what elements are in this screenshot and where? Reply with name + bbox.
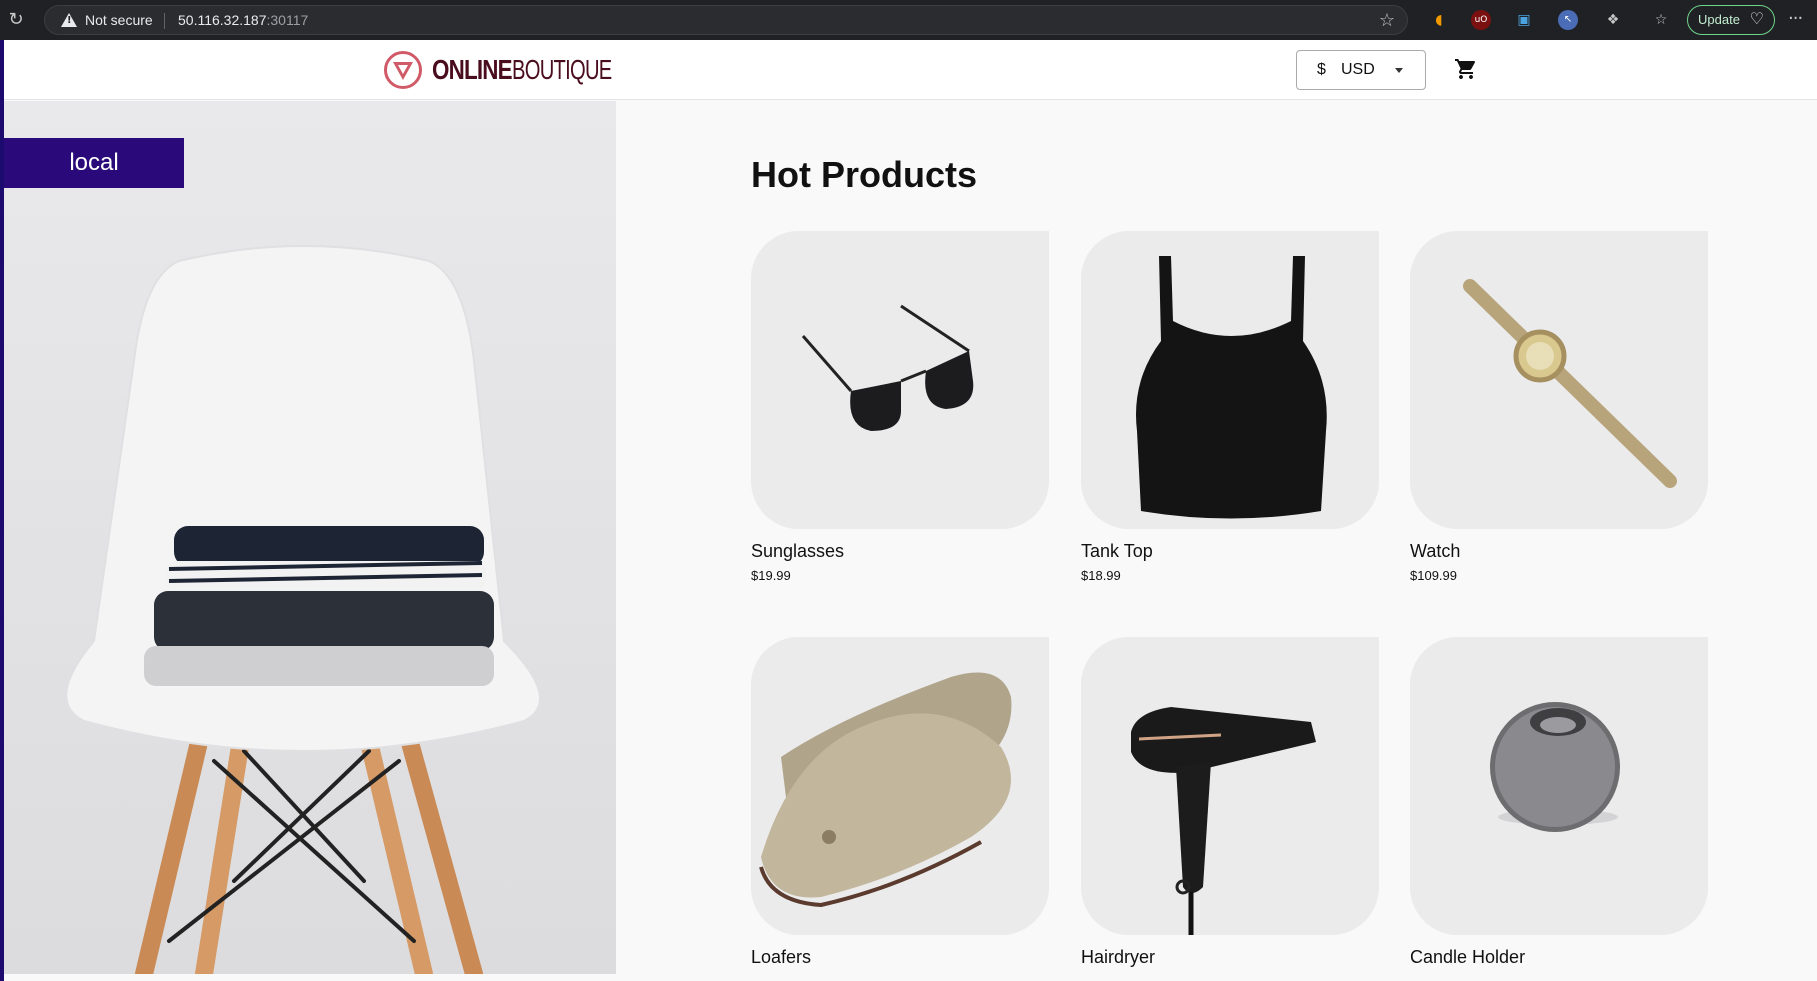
address-bar[interactable]: Not secure 50.116.32.187:30117 ☆ — [44, 5, 1408, 35]
currency-select[interactable]: $ USD — [1296, 50, 1426, 90]
environment-badge: local — [4, 138, 184, 188]
hero-image — [4, 101, 616, 974]
update-label: Update — [1698, 12, 1740, 27]
currency-code: USD — [1341, 61, 1375, 78]
logo-online-text: ONLINE — [432, 54, 513, 85]
candle-holder-icon — [1410, 637, 1708, 935]
reload-icon[interactable]: ↻ — [6, 10, 26, 30]
url-text[interactable]: 50.116.32.187:30117 — [178, 12, 308, 28]
hairdryer-icon — [1081, 637, 1379, 935]
extensions-puzzle-icon[interactable]: ❖ — [1603, 10, 1623, 30]
site-header: ONLINE BOUTIQUE $ USD — [4, 40, 1817, 100]
product-price: $109.99 — [1410, 568, 1457, 583]
page: ONLINE BOUTIQUE $ USD local Hot Products… — [0, 40, 1817, 981]
product-name[interactable]: Loafers — [751, 947, 1049, 968]
product-name[interactable]: Watch — [1410, 541, 1708, 562]
url-port: :30117 — [266, 12, 309, 28]
product-image[interactable] — [751, 231, 1049, 529]
browser-menu-icon[interactable]: ··· — [1788, 8, 1803, 29]
sunglasses-icon — [751, 231, 1049, 529]
divider — [164, 13, 165, 29]
site-logo[interactable]: ONLINE BOUTIQUE — [384, 48, 650, 92]
update-button[interactable]: Update ♡ — [1687, 5, 1775, 35]
bookmark-star-icon[interactable]: ☆ — [1379, 10, 1395, 31]
security-label[interactable]: Not secure — [85, 12, 153, 28]
product-name[interactable]: Hairdryer — [1081, 947, 1379, 968]
warning-icon — [61, 13, 77, 27]
cart-icon[interactable] — [1454, 57, 1478, 81]
favorites-icon[interactable]: ☆ — [1651, 10, 1671, 30]
product-name[interactable]: Sunglasses — [751, 541, 1049, 562]
product-card[interactable]: Loafers — [751, 637, 1049, 968]
product-card[interactable]: Hairdryer — [1081, 637, 1379, 968]
extension-flame-icon[interactable]: ◖ — [1429, 10, 1449, 30]
product-card[interactable]: Tank Top $18.99 — [1081, 231, 1379, 583]
loafers-icon — [751, 637, 1049, 935]
logo-boutique-text: BOUTIQUE — [511, 54, 612, 85]
watch-icon — [1410, 231, 1708, 529]
chevron-down-icon — [1395, 68, 1403, 73]
chair-illustration — [4, 101, 616, 974]
browser-toolbar: ↻ Not secure 50.116.32.187:30117 ☆ ◖ uO … — [0, 0, 1817, 40]
section-title: Hot Products — [751, 154, 978, 195]
product-card[interactable]: Sunglasses $19.99 — [751, 231, 1049, 583]
product-image[interactable] — [1081, 231, 1379, 529]
url-host: 50.116.32.187 — [178, 12, 267, 28]
extension-ublock-icon[interactable]: uO — [1471, 10, 1491, 30]
logo-mark-icon — [384, 51, 422, 89]
currency-symbol: $ — [1317, 61, 1326, 78]
product-name[interactable]: Tank Top — [1081, 541, 1379, 562]
product-card[interactable]: Watch $109.99 — [1410, 231, 1708, 583]
product-image[interactable] — [1081, 637, 1379, 935]
extension-scan-icon[interactable]: ▣ — [1514, 10, 1534, 30]
product-price: $19.99 — [751, 568, 791, 583]
extension-cursor-icon[interactable]: ↖ — [1558, 10, 1578, 30]
product-card[interactable]: Candle Holder — [1410, 637, 1708, 968]
product-name[interactable]: Candle Holder — [1410, 947, 1708, 968]
tank-top-icon — [1081, 231, 1379, 529]
product-image[interactable] — [1410, 231, 1708, 529]
update-heart-icon: ♡ — [1749, 11, 1764, 28]
product-price: $18.99 — [1081, 568, 1121, 583]
product-image[interactable] — [751, 637, 1049, 935]
product-image[interactable] — [1410, 637, 1708, 935]
